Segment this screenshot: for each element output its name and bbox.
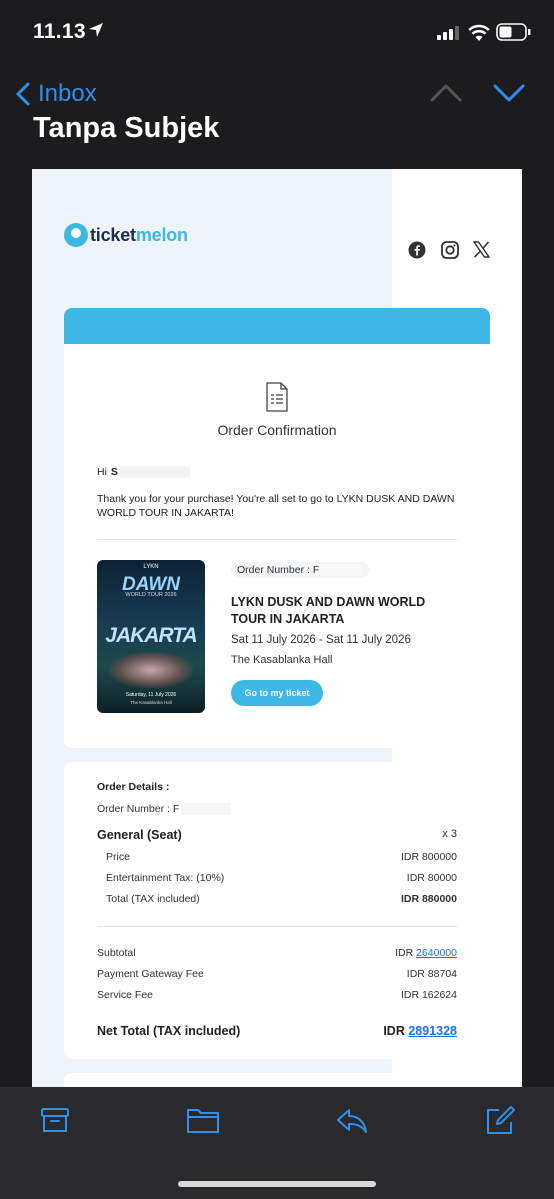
archive-icon[interactable]: [40, 1105, 70, 1135]
compose-icon[interactable]: [484, 1105, 516, 1137]
tax-row: Entertainment Tax: (10%) IDR 80000: [106, 872, 457, 884]
status-bar: 11.13: [0, 0, 554, 62]
order-number: Order Number : F: [97, 803, 232, 815]
previous-message-icon[interactable]: [430, 80, 462, 104]
event-venue: The Kasablanka Hall: [231, 654, 333, 666]
service-fee-row: Service Fee IDR 162624: [97, 989, 457, 1001]
subtotal-amount-link[interactable]: 2640000: [416, 947, 457, 959]
order-number-pill: Order Number : F: [231, 562, 370, 578]
brand-part2: melon: [135, 224, 188, 245]
total-row: Total (TAX included) IDR 880000: [106, 893, 457, 905]
x-icon[interactable]: [473, 241, 490, 258]
thank-you-message: Thank you for your purchase! You're all …: [97, 493, 455, 519]
go-to-my-ticket-button[interactable]: Go to my ticket: [231, 680, 323, 706]
greeting: Hi S: [97, 466, 190, 478]
receipt-icon: [266, 382, 288, 412]
brand-part1: ticket: [90, 224, 136, 245]
order-confirmation-title: Order Confirmation: [217, 422, 337, 438]
ticketmelon-logo-icon: [64, 223, 88, 247]
chevron-left-icon: [16, 82, 30, 106]
instagram-icon[interactable]: [441, 241, 459, 259]
facebook-icon[interactable]: [408, 241, 426, 259]
ticket-category-row: General (Seat) x 3: [97, 828, 457, 842]
price-row: Price IDR 800000: [106, 851, 457, 863]
divider: [97, 539, 457, 540]
battery-icon: [496, 23, 531, 41]
event-date: Sat 11 July 2026 - Sat 11 July 2026: [231, 634, 411, 646]
next-card: [64, 1073, 490, 1087]
back-label: Inbox: [38, 80, 97, 107]
order-details-heading: Order Details :: [97, 781, 170, 793]
order-confirmation-card: Order Confirmation Hi S Thank you for yo…: [64, 344, 490, 748]
reply-icon[interactable]: [335, 1105, 369, 1135]
brand-logo: ticketmelon: [64, 223, 188, 247]
net-total-row: Net Total (TAX included) IDR 2891328: [97, 1024, 457, 1038]
payment-gateway-fee-row: Payment Gateway Fee IDR 88704: [97, 968, 457, 980]
message-scroll-area[interactable]: ticketmelon Order Confirmation Hi S Than…: [0, 124, 554, 1087]
greeting-name: S: [110, 466, 118, 478]
divider: [97, 926, 457, 927]
email-subject: Tanpa Subjek: [33, 112, 220, 144]
card-header-band: [64, 308, 490, 344]
event-poster-image[interactable]: LYKN DAWN WORLD TOUR 2026 JAKARTA Saturd…: [97, 560, 205, 713]
net-total-amount-link[interactable]: 2891328: [408, 1024, 457, 1038]
status-time: 11.13: [33, 20, 86, 43]
location-arrow-icon: [89, 23, 103, 37]
mail-toolbar: [0, 1087, 554, 1199]
back-to-inbox-button[interactable]: Inbox: [16, 78, 97, 110]
email-body: ticketmelon Order Confirmation Hi S Than…: [32, 169, 522, 1087]
redacted-name: [119, 466, 190, 478]
order-details-card: Order Details : Order Number : F General…: [64, 762, 490, 1059]
next-message-icon[interactable]: [493, 80, 525, 104]
greeting-prefix: Hi: [97, 466, 107, 478]
wifi-icon: [468, 24, 490, 41]
cellular-signal-icon: [437, 26, 459, 40]
subtotal-row: Subtotal IDR 2640000: [97, 947, 457, 959]
folder-icon[interactable]: [186, 1105, 220, 1135]
event-title: LYKN DUSK AND DAWN WORLD TOUR IN JAKARTA: [231, 595, 426, 626]
home-indicator: [178, 1181, 376, 1187]
